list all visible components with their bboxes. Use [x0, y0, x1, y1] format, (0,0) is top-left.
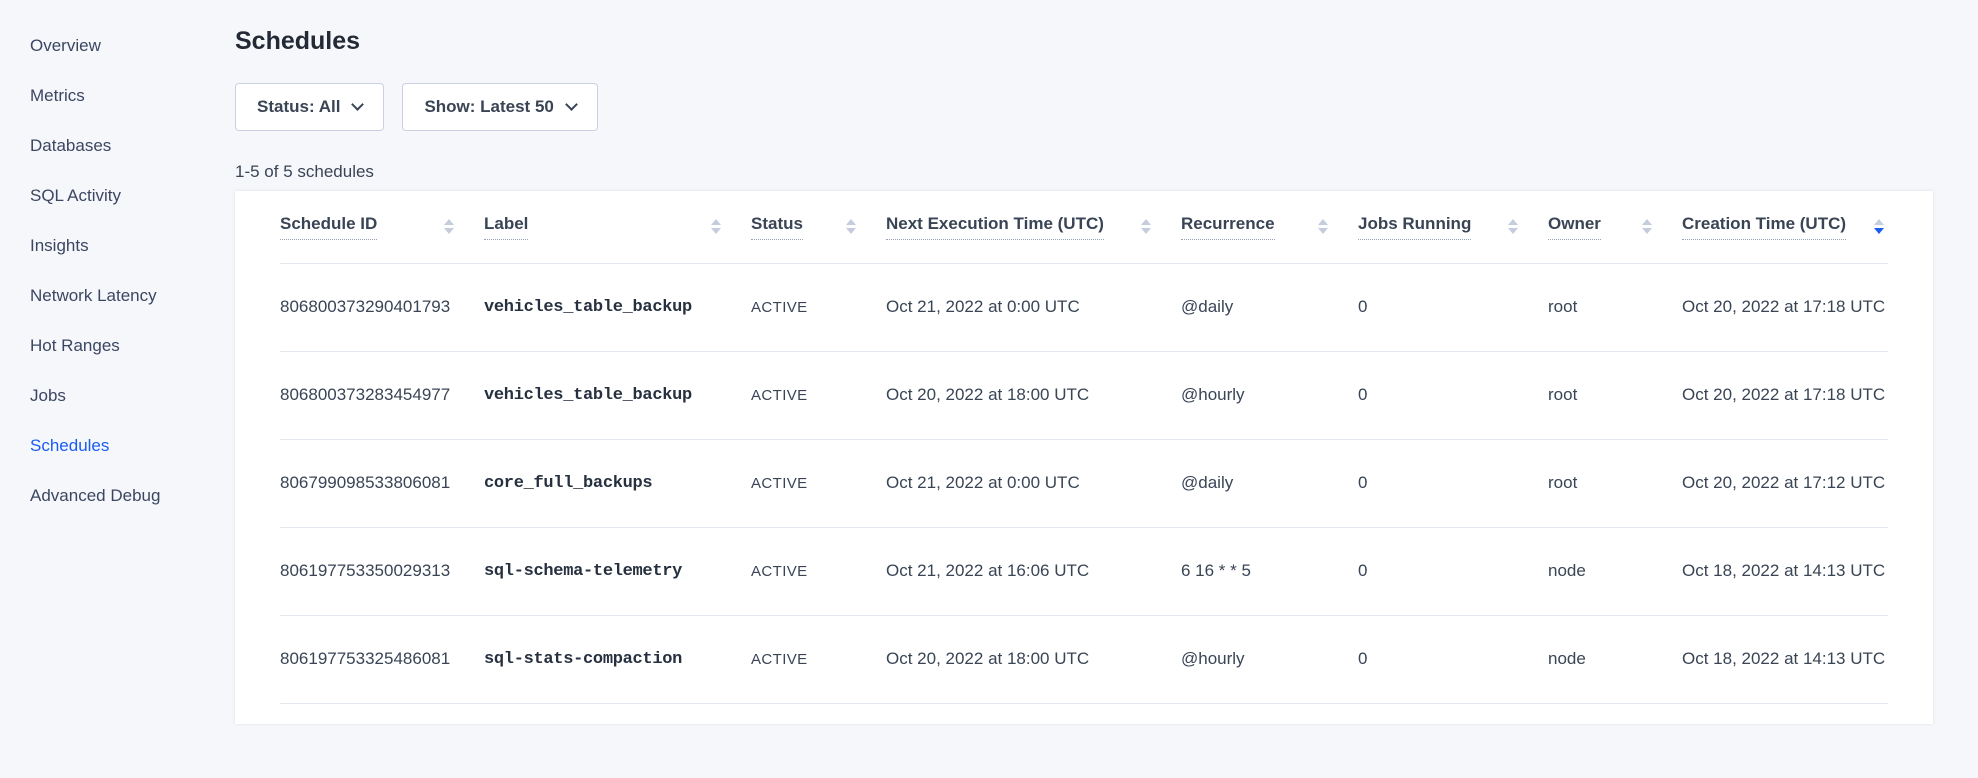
- main-content: Schedules Status: All Show: Latest 50 1-…: [235, 0, 1933, 724]
- table-header-row: Schedule ID Label Status Next Execution …: [280, 191, 1888, 263]
- sort-icon[interactable]: [1640, 217, 1654, 236]
- cell-jobs-running: 0: [1358, 351, 1548, 439]
- cell-status: ACTIVE: [751, 439, 886, 527]
- cell-label: vehicles_table_backup: [484, 263, 751, 351]
- column-header-status[interactable]: Status: [751, 191, 886, 263]
- sidebar-item-metrics[interactable]: Metrics: [0, 71, 235, 121]
- cell-schedule-id: 806800373283454977: [280, 351, 484, 439]
- cell-next-execution: Oct 21, 2022 at 16:06 UTC: [886, 527, 1181, 615]
- cell-jobs-running: 0: [1358, 263, 1548, 351]
- sort-icon[interactable]: [1506, 217, 1520, 236]
- cell-owner: root: [1548, 439, 1682, 527]
- column-header-label[interactable]: Label: [484, 191, 751, 263]
- sidebar-item-databases[interactable]: Databases: [0, 121, 235, 171]
- sort-icon[interactable]: [844, 217, 858, 236]
- sort-icon[interactable]: [442, 217, 456, 236]
- table-row: 806800373290401793 vehicles_table_backup…: [280, 263, 1888, 351]
- sidebar-item-schedules[interactable]: Schedules: [0, 421, 235, 471]
- column-header-next-execution-time[interactable]: Next Execution Time (UTC): [886, 191, 1181, 263]
- cell-creation-time: Oct 20, 2022 at 17:18 UTC: [1682, 351, 1888, 439]
- results-count: 1-5 of 5 schedules: [235, 162, 1933, 182]
- cell-creation-time: Oct 18, 2022 at 14:13 UTC: [1682, 615, 1888, 703]
- filter-bar: Status: All Show: Latest 50: [235, 83, 1933, 131]
- show-filter-label: Show: Latest 50: [424, 97, 553, 117]
- cell-status: ACTIVE: [751, 351, 886, 439]
- column-header-owner[interactable]: Owner: [1548, 191, 1682, 263]
- cell-recurrence: @hourly: [1181, 351, 1358, 439]
- cell-status: ACTIVE: [751, 263, 886, 351]
- table-row: 806197753325486081 sql-stats-compaction …: [280, 615, 1888, 703]
- sidebar-item-overview[interactable]: Overview: [0, 21, 235, 71]
- cell-status: ACTIVE: [751, 527, 886, 615]
- sidebar-item-advanced-debug[interactable]: Advanced Debug: [0, 471, 235, 521]
- cell-jobs-running: 0: [1358, 615, 1548, 703]
- column-header-recurrence[interactable]: Recurrence: [1181, 191, 1358, 263]
- chevron-down-icon: [352, 98, 365, 111]
- page-title: Schedules: [235, 26, 1933, 56]
- cell-status: ACTIVE: [751, 615, 886, 703]
- cell-next-execution: Oct 20, 2022 at 18:00 UTC: [886, 615, 1181, 703]
- sort-icon[interactable]: [1872, 217, 1886, 236]
- cell-schedule-id: 806197753350029313: [280, 527, 484, 615]
- cell-label: vehicles_table_backup: [484, 351, 751, 439]
- sort-icon[interactable]: [1139, 217, 1153, 236]
- cell-schedule-id: 806197753325486081: [280, 615, 484, 703]
- cell-jobs-running: 0: [1358, 527, 1548, 615]
- cell-next-execution: Oct 21, 2022 at 0:00 UTC: [886, 439, 1181, 527]
- cell-recurrence: @hourly: [1181, 615, 1358, 703]
- cell-creation-time: Oct 20, 2022 at 17:18 UTC: [1682, 263, 1888, 351]
- cell-creation-time: Oct 18, 2022 at 14:13 UTC: [1682, 527, 1888, 615]
- cell-recurrence: 6 16 * * 5: [1181, 527, 1358, 615]
- cell-owner: root: [1548, 351, 1682, 439]
- cell-next-execution: Oct 20, 2022 at 18:00 UTC: [886, 351, 1181, 439]
- cell-next-execution: Oct 21, 2022 at 0:00 UTC: [886, 263, 1181, 351]
- sidebar-item-insights[interactable]: Insights: [0, 221, 235, 271]
- sidebar: Overview Metrics Databases SQL Activity …: [0, 0, 235, 521]
- cell-recurrence: @daily: [1181, 263, 1358, 351]
- cell-schedule-id: 806799098533806081: [280, 439, 484, 527]
- cell-schedule-id: 806800373290401793: [280, 263, 484, 351]
- sort-icon[interactable]: [709, 217, 723, 236]
- schedules-table-card: Schedule ID Label Status Next Execution …: [235, 191, 1933, 724]
- cell-creation-time: Oct 20, 2022 at 17:12 UTC: [1682, 439, 1888, 527]
- table-row: 806800373283454977 vehicles_table_backup…: [280, 351, 1888, 439]
- cell-label: core_full_backups: [484, 439, 751, 527]
- cell-label: sql-stats-compaction: [484, 615, 751, 703]
- column-header-schedule-id[interactable]: Schedule ID: [280, 191, 484, 263]
- sidebar-item-jobs[interactable]: Jobs: [0, 371, 235, 421]
- status-filter-label: Status: All: [257, 97, 340, 117]
- status-filter-dropdown[interactable]: Status: All: [235, 83, 384, 131]
- column-header-jobs-running[interactable]: Jobs Running: [1358, 191, 1548, 263]
- column-header-creation-time[interactable]: Creation Time (UTC): [1682, 191, 1888, 263]
- sidebar-item-hot-ranges[interactable]: Hot Ranges: [0, 321, 235, 371]
- sort-icon[interactable]: [1316, 217, 1330, 236]
- cell-label: sql-schema-telemetry: [484, 527, 751, 615]
- sidebar-item-sql-activity[interactable]: SQL Activity: [0, 171, 235, 221]
- table-row: 806197753350029313 sql-schema-telemetry …: [280, 527, 1888, 615]
- show-filter-dropdown[interactable]: Show: Latest 50: [402, 83, 597, 131]
- cell-owner: root: [1548, 263, 1682, 351]
- cell-owner: node: [1548, 527, 1682, 615]
- cell-recurrence: @daily: [1181, 439, 1358, 527]
- schedules-table: Schedule ID Label Status Next Execution …: [280, 191, 1888, 704]
- chevron-down-icon: [565, 98, 578, 111]
- sidebar-item-network-latency[interactable]: Network Latency: [0, 271, 235, 321]
- cell-jobs-running: 0: [1358, 439, 1548, 527]
- table-row: 806799098533806081 core_full_backups ACT…: [280, 439, 1888, 527]
- cell-owner: node: [1548, 615, 1682, 703]
